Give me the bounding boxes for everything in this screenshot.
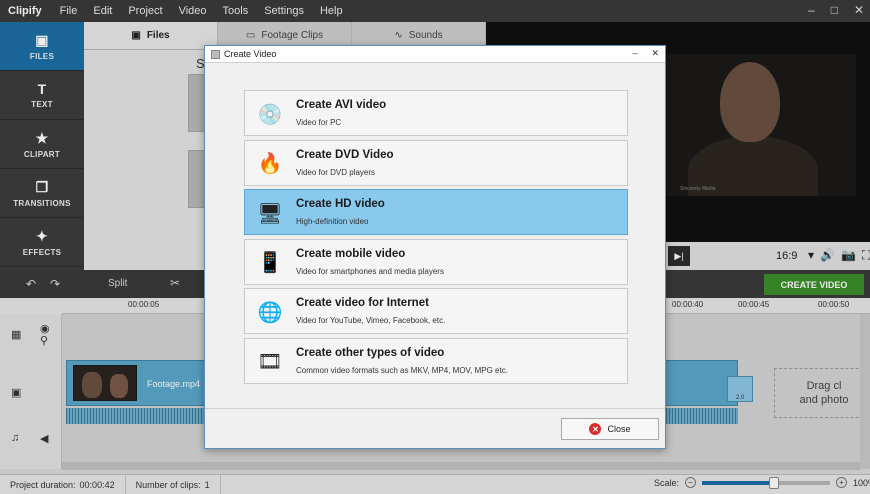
dialog-minimize-button[interactable]: – — [632, 48, 637, 59]
option-avi[interactable]: 💿 Create AVI video Video for PC — [244, 90, 628, 136]
dialog-divider — [205, 408, 665, 409]
dialog-title: Create Video — [224, 49, 277, 59]
dvd-icon: 🔥 — [257, 153, 283, 175]
option-title: Create AVI video — [296, 99, 387, 111]
option-internet[interactable]: 🌐 Create video for Internet Video for Yo… — [244, 288, 628, 334]
option-title: Create mobile video — [296, 247, 406, 260]
option-other-formats[interactable]: 🎞 Create other types of video Common vid… — [244, 337, 628, 384]
dialog-window-controls: – ✕ — [632, 48, 659, 59]
option-title: Create DVD Video — [296, 148, 394, 161]
option-description: Video for PC — [296, 118, 342, 127]
option-title: Create other types of video — [296, 346, 445, 359]
dialog-close-x-button[interactable]: ✕ — [651, 48, 659, 59]
option-description: Video for DVD players — [296, 167, 375, 177]
avi-disc-icon: 💿 — [257, 103, 283, 126]
close-label: Close — [607, 424, 631, 434]
option-title: Create HD video — [296, 198, 385, 210]
dialog-titlebar: Create Video – ✕ — [205, 46, 665, 63]
film-reel-icon: 🎞 — [257, 351, 283, 373]
option-description: High-definition video — [296, 217, 369, 226]
option-dvd[interactable]: 🔥 Create DVD Video Video for DVD players — [244, 139, 628, 186]
option-description: Video for YouTube, Vimeo, Facebook, etc. — [296, 316, 446, 325]
app-icon — [211, 49, 220, 59]
video-type-options: 💿 Create AVI video Video for PC 🔥 Create… — [244, 90, 628, 387]
close-icon: ✕ — [589, 423, 602, 435]
create-video-dialog: Create Video – ✕ 💿 Create AVI video Vide… — [204, 45, 666, 449]
option-description: Video for smartphones and media players — [296, 266, 444, 276]
option-mobile[interactable]: 📱 Create mobile video Video for smartpho… — [244, 238, 628, 285]
option-title: Create video for Internet — [296, 297, 429, 309]
mobile-phone-icon: 📱 — [257, 252, 283, 274]
option-description: Common video formats such as MKV, MP4, M… — [296, 365, 508, 375]
globe-icon: 🌐 — [257, 301, 283, 324]
close-button[interactable]: ✕ Close — [561, 418, 659, 440]
monitor-icon: 🖥 — [257, 202, 283, 225]
option-hd[interactable]: 🖥 Create HD video High-definition video — [244, 189, 628, 235]
